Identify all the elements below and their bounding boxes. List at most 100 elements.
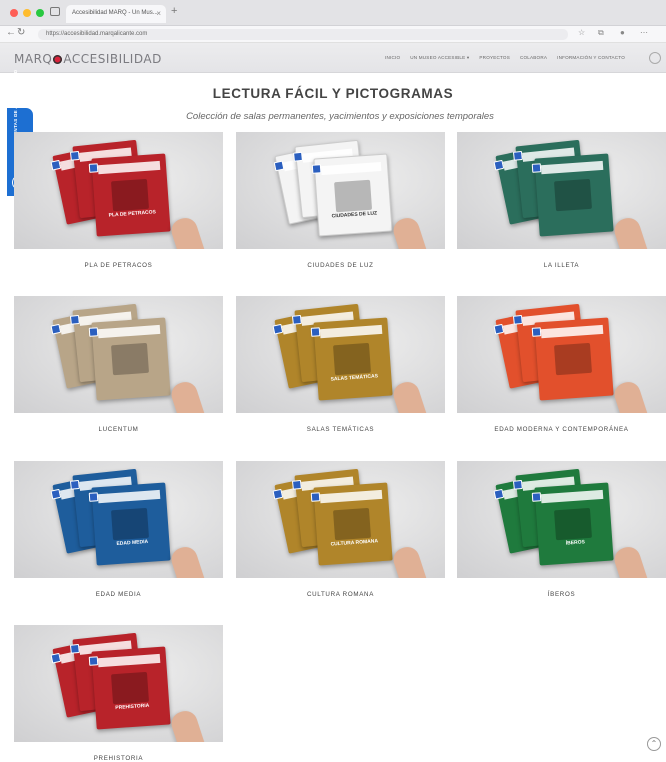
nav-item-colabora[interactable]: COLABORA	[520, 55, 547, 61]
browser-tab-bar: Accesibilidad MARQ - Un Mus... × +	[0, 0, 666, 26]
page-subtitle: Colección de salas permanentes, yacimien…	[186, 111, 494, 122]
url-field[interactable]: https://accesibilidad.marqalicante.com	[38, 29, 568, 40]
window-controls	[10, 9, 44, 17]
logo-text-accesibilidad: ACCESIBILIDAD	[63, 52, 162, 66]
accessibility-badge-icon	[88, 327, 99, 337]
publication-card[interactable]: CULTURA ROMANA CULTURA ROMANA	[236, 461, 445, 598]
publication-label[interactable]: CIUDADES DE LUZ	[236, 262, 445, 269]
nav-item-museo-accesible[interactable]: UN MUSEO ACCESIBLE ▾	[410, 55, 469, 61]
publication-label[interactable]: PREHISTORIA	[14, 755, 223, 762]
accessibility-badge-icon	[512, 150, 523, 161]
publication-card[interactable]: LUCENTUM	[14, 296, 223, 433]
publication-image[interactable]: PLA DE PETRACOS	[14, 132, 223, 249]
cover-title: SALAS TEMÁTICAS	[330, 373, 379, 383]
publication-label[interactable]: EDAD MODERNA Y CONTEMPORÁNEA	[457, 426, 666, 433]
accessibility-badge-icon	[493, 159, 505, 171]
publication-label[interactable]: ÍBEROS	[457, 591, 666, 598]
publication-image[interactable]: PREHISTORIA	[14, 625, 223, 742]
accessibility-badge-icon	[88, 163, 99, 173]
accessibility-badge-icon	[69, 479, 80, 490]
nav-item-informacion-contacto[interactable]: INFORMACIÓN Y CONTACTO	[557, 55, 625, 61]
publication-image[interactable]	[14, 296, 223, 413]
new-tab-button[interactable]: +	[171, 5, 177, 17]
hand-holding-booklets	[168, 214, 206, 249]
cover-header-band	[319, 489, 383, 504]
booklet-cover	[531, 317, 614, 401]
hand-holding-booklets	[390, 543, 428, 578]
logo-text-marq: MARQ	[14, 52, 53, 66]
minimize-window-button[interactable]	[23, 9, 31, 17]
booklet-cover: CULTURA ROMANA	[310, 482, 393, 566]
booklet-cover: EDAD MEDIA	[88, 482, 171, 566]
publication-image[interactable]: ÍBEROS	[457, 461, 666, 578]
maximize-window-button[interactable]	[36, 9, 44, 17]
accessibility-badge-icon	[291, 314, 302, 325]
reload-icon[interactable]: ↻	[17, 27, 25, 38]
nav-item-inicio[interactable]: INICIO	[385, 55, 400, 61]
profile-icon[interactable]: ●	[620, 28, 625, 37]
cover-header-band	[97, 160, 161, 175]
booklet-cover: SALAS TEMÁTICAS	[310, 317, 393, 401]
publication-image[interactable]: SALAS TEMÁTICAS	[236, 296, 445, 413]
publication-label[interactable]: LUCENTUM	[14, 426, 223, 433]
extensions-icon[interactable]: ⧉	[598, 28, 604, 38]
booklet-cover	[88, 317, 171, 401]
publication-card[interactable]: LA ILLETA	[457, 132, 666, 269]
address-bar-row: ← ↻ https://accesibilidad.marqalicante.c…	[0, 26, 666, 43]
publication-label[interactable]: LA ILLETA	[457, 262, 666, 269]
sidebar-toggle-icon[interactable]	[50, 7, 60, 16]
cover-photo	[110, 178, 150, 212]
close-window-button[interactable]	[10, 9, 18, 17]
cover-title: EDAD MEDIA	[116, 538, 149, 548]
publication-card[interactable]: CIUDADES DE LUZ CIUDADES DE LUZ	[236, 132, 445, 269]
back-icon[interactable]: ←	[6, 27, 16, 38]
hand-holding-booklets	[611, 543, 649, 578]
publication-image[interactable]: CULTURA ROMANA	[236, 461, 445, 578]
publication-card[interactable]: SALAS TEMÁTICAS SALAS TEMÁTICAS	[236, 296, 445, 433]
publication-card[interactable]: PLA DE PETRACOS PLA DE PETRACOS	[14, 132, 223, 269]
cover-photo	[332, 507, 372, 541]
accessibility-badge-icon	[88, 656, 99, 666]
publication-image[interactable]	[457, 296, 666, 413]
star-icon[interactable]: ☆	[578, 28, 585, 37]
hand-holding-booklets	[390, 378, 428, 413]
accessibility-badge-icon	[293, 151, 303, 162]
accessibility-badge-icon	[69, 643, 80, 654]
close-tab-icon[interactable]: ×	[156, 9, 161, 18]
cover-header-band	[319, 324, 383, 339]
publication-card[interactable]: EDAD MEDIA EDAD MEDIA	[14, 461, 223, 598]
cover-title: CIUDADES DE LUZ	[331, 210, 378, 220]
accessibility-badge-icon	[50, 488, 62, 500]
cover-photo	[110, 507, 150, 541]
publication-image[interactable]: CIUDADES DE LUZ	[236, 132, 445, 249]
hand-holding-booklets	[611, 214, 649, 249]
accessibility-badge-icon	[272, 323, 284, 335]
site-logo[interactable]: MARQ ACCESIBILIDAD	[14, 52, 162, 66]
accessibility-badge-icon	[311, 164, 322, 174]
booklet-cover: ÍBEROS	[531, 482, 614, 566]
scroll-to-top-button[interactable]: ⌃	[647, 737, 661, 751]
hand-holding-booklets	[611, 378, 649, 413]
nav-item-proyectos[interactable]: PROYECTOS	[479, 55, 510, 61]
publication-label[interactable]: EDAD MEDIA	[14, 591, 223, 598]
publication-label[interactable]: SALAS TEMÁTICAS	[236, 426, 445, 433]
cover-header-band	[320, 161, 382, 176]
page-title: LECTURA FÁCIL Y PICTOGRAMAS	[212, 86, 454, 101]
cover-photo	[553, 507, 593, 541]
publication-image[interactable]	[457, 132, 666, 249]
publication-card[interactable]: ÍBEROS ÍBEROS	[457, 461, 666, 598]
accessibility-badge-icon	[50, 159, 62, 171]
publication-image[interactable]: EDAD MEDIA	[14, 461, 223, 578]
browser-tab[interactable]: Accesibilidad MARQ - Un Mus... ×	[66, 5, 166, 23]
hand-holding-booklets	[390, 214, 428, 249]
booklet-cover	[531, 153, 614, 237]
publication-card[interactable]: PREHISTORIA PREHISTORIA	[14, 625, 223, 762]
publication-card[interactable]: EDAD MODERNA Y CONTEMPORÁNEA	[457, 296, 666, 433]
publication-label[interactable]: CULTURA ROMANA	[236, 591, 445, 598]
menu-icon[interactable]: ⋯	[640, 28, 648, 37]
publication-label[interactable]: PLA DE PETRACOS	[14, 262, 223, 269]
cover-header-band	[97, 324, 161, 339]
search-icon[interactable]	[649, 52, 661, 64]
accessibility-badge-icon	[50, 652, 62, 664]
accessibility-badge-icon	[493, 488, 505, 500]
